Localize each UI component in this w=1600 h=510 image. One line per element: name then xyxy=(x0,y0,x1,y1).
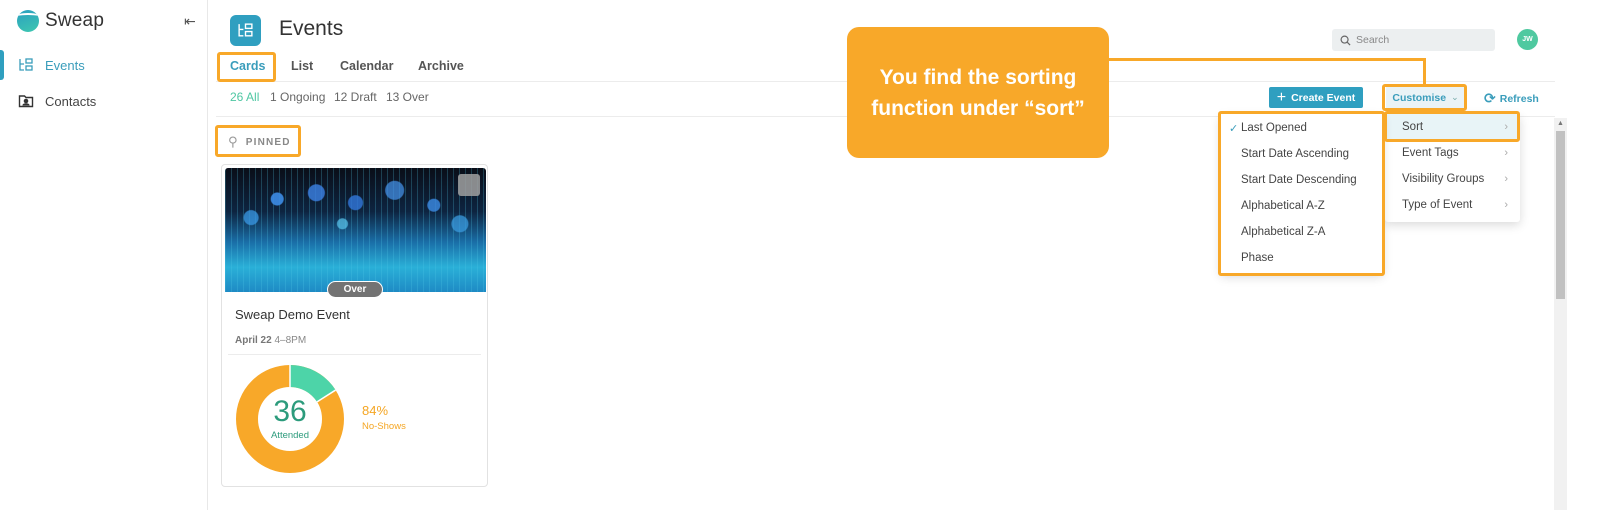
chevron-right-icon: › xyxy=(1504,121,1508,133)
brand-name: Sweap xyxy=(45,10,105,31)
annotation-callout: You find the sorting function under “sor… xyxy=(847,27,1109,158)
filter-all[interactable]: 26 All xyxy=(230,90,259,104)
sort-option-alphabetical-a-z[interactable]: Alphabetical A-Z xyxy=(1220,193,1383,219)
create-event-label: Create Event xyxy=(1291,91,1356,104)
vertical-scrollbar[interactable]: ▲ xyxy=(1554,118,1567,510)
brand-logo[interactable]: Sweap xyxy=(17,10,104,32)
callout-connector xyxy=(1108,58,1426,61)
sidebar-item-label: Events xyxy=(45,57,85,73)
search-icon xyxy=(1340,35,1351,46)
events-page-icon xyxy=(230,15,261,46)
filter-draft[interactable]: 12 Draft xyxy=(334,90,377,104)
menu-item-label: Event Tags xyxy=(1402,147,1459,159)
noshow-label: No-Shows xyxy=(362,421,406,432)
menu-item-event-tags[interactable]: Event Tags › xyxy=(1385,140,1520,166)
event-date-day: April 22 xyxy=(235,335,272,346)
sort-submenu: ✓ Last Opened Start Date Ascending Start… xyxy=(1220,114,1383,274)
attendance-donut: 36 Attended xyxy=(236,365,344,473)
sidebar: Sweap ⇤ Events Contacts xyxy=(0,0,208,510)
attended-count: 36 xyxy=(273,395,307,428)
sort-option-label: Start Date Ascending xyxy=(1241,148,1350,160)
card-divider xyxy=(228,354,481,355)
scroll-up-arrow-icon[interactable]: ▲ xyxy=(1557,120,1564,127)
create-event-button[interactable]: + Create Event xyxy=(1269,87,1363,108)
sort-option-label: Phase xyxy=(1241,252,1274,264)
plus-icon: + xyxy=(1276,88,1287,106)
sweap-logo-icon xyxy=(17,10,39,32)
event-card[interactable]: Over Sweap Demo Event April 22 4–8PM 36 … xyxy=(221,164,488,487)
sort-option-phase[interactable]: Phase xyxy=(1220,245,1383,271)
refresh-label: Refresh xyxy=(1499,92,1539,105)
attended-label: Attended xyxy=(270,430,310,441)
search-input[interactable] xyxy=(1356,34,1486,46)
event-date: April 22 4–8PM xyxy=(235,335,306,346)
sort-option-label: Alphabetical Z-A xyxy=(1241,226,1326,238)
sidebar-item-label: Contacts xyxy=(45,93,97,109)
event-title[interactable]: Sweap Demo Event xyxy=(235,307,350,322)
event-time: 4–8PM xyxy=(274,335,307,346)
sort-option-start-date-descending[interactable]: Start Date Descending xyxy=(1220,167,1383,193)
card-select-checkbox[interactable] xyxy=(458,174,480,196)
sort-option-last-opened[interactable]: ✓ Last Opened xyxy=(1220,115,1383,141)
noshow-percentage: 84% xyxy=(362,403,389,418)
event-cover-image xyxy=(225,168,486,292)
search-box[interactable] xyxy=(1332,29,1495,51)
sort-option-start-date-ascending[interactable]: Start Date Ascending xyxy=(1220,141,1383,167)
menu-item-label: Type of Event xyxy=(1402,199,1473,211)
refresh-icon: ⟳ xyxy=(1484,90,1496,106)
tab-list[interactable]: List xyxy=(291,59,313,73)
chevron-down-icon: ⌄ xyxy=(1451,92,1459,102)
sidebar-item-contacts[interactable]: Contacts xyxy=(0,84,207,118)
menu-item-type-of-event[interactable]: Type of Event › xyxy=(1385,192,1520,218)
tab-archive[interactable]: Archive xyxy=(418,59,464,73)
events-icon xyxy=(18,57,34,73)
tab-cards[interactable]: Cards xyxy=(230,59,265,73)
sort-option-label: Start Date Descending xyxy=(1241,174,1357,186)
pinned-label: PINNED xyxy=(245,136,291,148)
customise-label: Customise xyxy=(1392,91,1447,104)
sort-option-label: Alphabetical A-Z xyxy=(1241,200,1325,212)
refresh-button[interactable]: ⟳ Refresh xyxy=(1484,90,1539,107)
customise-button[interactable]: Customise ⌄ xyxy=(1386,87,1465,108)
callout-connector xyxy=(1423,58,1426,86)
menu-item-label: Visibility Groups xyxy=(1402,173,1485,185)
user-avatar[interactable]: JW xyxy=(1517,29,1538,50)
pinned-section-label: ⚲ PINNED xyxy=(228,134,291,150)
page-title: Events xyxy=(279,17,344,40)
collapse-sidebar-icon[interactable]: ⇤ xyxy=(184,13,196,30)
tab-calendar[interactable]: Calendar xyxy=(340,59,394,73)
checkmark-icon: ✓ xyxy=(1229,122,1239,135)
filter-ongoing[interactable]: 1 Ongoing xyxy=(270,90,325,104)
scrollbar-thumb[interactable] xyxy=(1556,131,1565,299)
chevron-right-icon: › xyxy=(1504,199,1508,211)
menu-item-visibility-groups[interactable]: Visibility Groups › xyxy=(1385,166,1520,192)
chevron-right-icon: › xyxy=(1504,173,1508,185)
sidebar-item-events[interactable]: Events xyxy=(0,48,207,82)
sort-option-label: Last Opened xyxy=(1241,122,1307,134)
status-badge: Over xyxy=(327,281,383,298)
filter-over[interactable]: 13 Over xyxy=(386,90,429,104)
customise-menu: Sort › Event Tags › Visibility Groups › … xyxy=(1385,114,1520,222)
menu-item-sort[interactable]: Sort › xyxy=(1385,114,1520,140)
sort-option-alphabetical-z-a[interactable]: Alphabetical Z-A xyxy=(1220,219,1383,245)
menu-item-label: Sort xyxy=(1402,121,1424,133)
pin-icon: ⚲ xyxy=(228,134,239,149)
contacts-icon xyxy=(18,93,34,109)
chevron-right-icon: › xyxy=(1504,147,1508,159)
